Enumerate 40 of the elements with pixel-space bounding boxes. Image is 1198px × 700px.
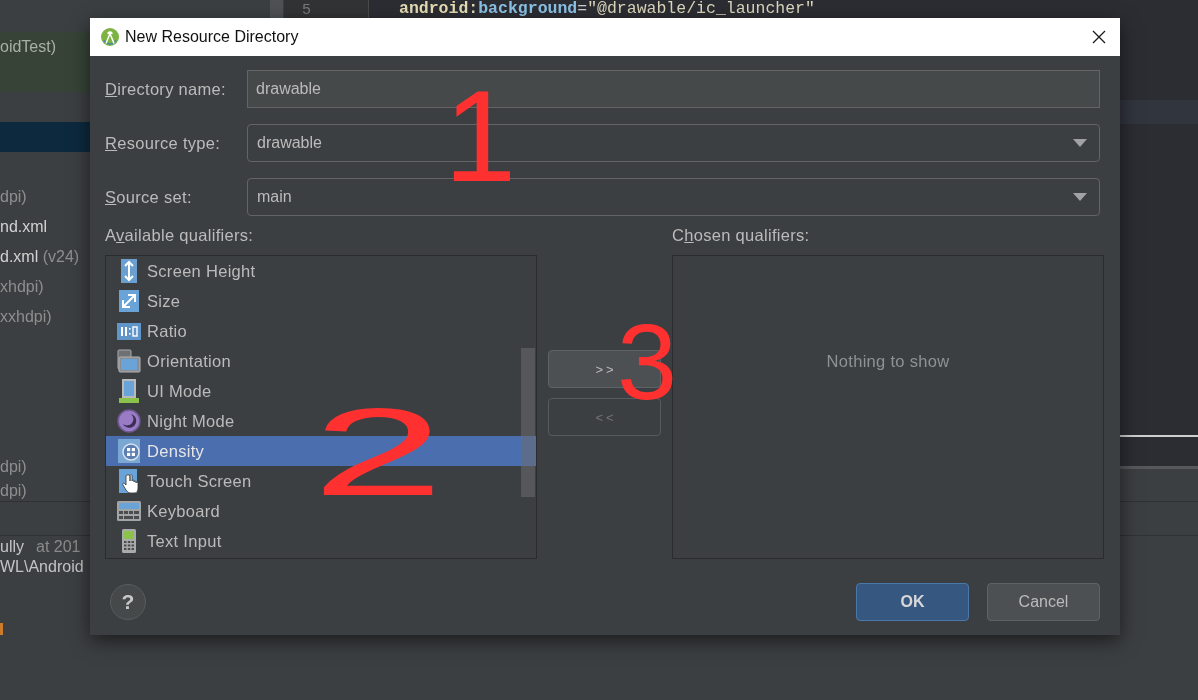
log-message: WL\Android <box>0 557 84 577</box>
tree-row[interactable]: dpi) <box>0 452 90 476</box>
tree-row[interactable]: d.xml (v24) <box>0 242 90 272</box>
tree-row[interactable]: dpi) <box>0 182 90 212</box>
tree-row[interactable]: dpi) <box>0 476 90 500</box>
cancel-button[interactable]: Cancel <box>987 583 1100 621</box>
rotated-screens-icon <box>117 349 141 373</box>
list-item[interactable]: Ratio <box>106 316 536 346</box>
list-heading: Available qualifiers: <box>105 225 254 246</box>
scrollbar[interactable] <box>521 348 535 497</box>
list-heading: Chosen qualifiers: <box>672 225 810 246</box>
tree-row[interactable]: xhdpi) <box>0 272 90 302</box>
close-icon <box>1092 30 1106 44</box>
code-line: android:background="@drawable/ic_launcher" <box>398 0 815 18</box>
empty-message: Nothing to show <box>826 351 950 371</box>
tree-row[interactable]: nd.xml <box>0 212 90 242</box>
list-item[interactable]: Screen Height <box>106 256 536 286</box>
list-item[interactable]: Orientation <box>106 346 536 376</box>
ok-button[interactable]: OK <box>856 583 969 621</box>
help-button[interactable]: ? <box>110 584 146 620</box>
field-label: Source set: <box>105 187 192 207</box>
line-number: 5 <box>302 3 311 19</box>
ring-grid-icon <box>117 439 141 463</box>
hand-pointer-icon <box>117 469 141 493</box>
caret-icon <box>1073 139 1087 147</box>
log-message: ully <box>0 537 24 557</box>
moon-icon <box>117 409 141 433</box>
field-label: Directory name: <box>105 79 226 99</box>
list-item[interactable]: Text Input <box>106 526 536 556</box>
keyboard-icon <box>117 499 141 523</box>
field-label: Resource type: <box>105 133 221 153</box>
log-timestamp: at 201 <box>36 537 81 557</box>
compass-logo-icon <box>101 28 119 46</box>
list-item[interactable]: Size <box>106 286 536 316</box>
phone-dock-icon <box>117 379 141 403</box>
caret-icon <box>1073 193 1087 201</box>
tree-row[interactable]: xxhdpi) <box>0 302 90 332</box>
dialog-title: New Resource Directory <box>125 28 299 46</box>
cut-off-text-mark <box>0 623 3 635</box>
tree-row[interactable]: oidTest) <box>0 32 90 92</box>
